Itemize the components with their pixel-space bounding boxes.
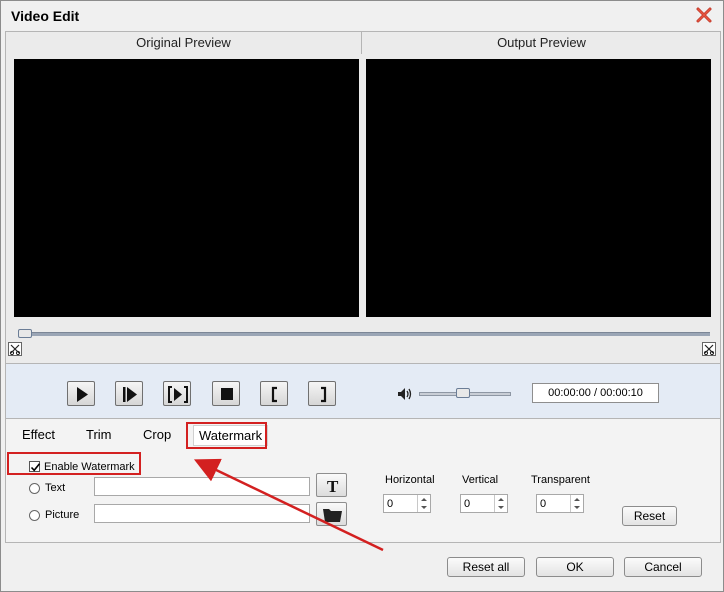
cancel-button[interactable]: Cancel — [624, 557, 702, 577]
right-bracket-icon — [321, 386, 327, 403]
output-preview-label: Output Preview — [497, 35, 586, 50]
tab-trim[interactable]: Trim — [86, 427, 112, 442]
title-bar: Video Edit — [1, 1, 723, 31]
text-font-icon: T — [327, 477, 339, 496]
transparent-value: 0 — [540, 498, 547, 510]
left-bracket-icon — [271, 386, 277, 403]
set-start-marker-button[interactable] — [260, 381, 288, 406]
vertical-value: 0 — [464, 498, 471, 510]
step-forward-icon — [123, 387, 137, 402]
edit-tabs-panel: Effect Trim Crop Watermark Enable Waterm… — [5, 418, 721, 543]
play-button[interactable] — [67, 381, 95, 406]
browse-picture-button[interactable] — [316, 502, 347, 526]
next-frame-button[interactable] — [115, 381, 143, 406]
text-radio[interactable] — [29, 483, 40, 494]
spinner-arrows-icon — [498, 498, 504, 509]
spinner-arrows-icon — [574, 498, 580, 509]
play-between-markers-icon — [168, 386, 188, 403]
close-icon[interactable] — [695, 6, 713, 24]
horizontal-spinner-arrows[interactable] — [417, 495, 430, 512]
play-selection-button[interactable] — [163, 381, 191, 406]
ok-button[interactable]: OK — [536, 557, 614, 577]
watermark-reset-button[interactable]: Reset — [622, 506, 677, 526]
seek-bar[interactable] — [18, 332, 710, 336]
stop-icon — [221, 388, 233, 400]
enable-watermark-checkbox[interactable] — [29, 461, 41, 472]
playback-controls: 00:00:00 / 00:00:10 — [5, 364, 721, 418]
text-option-label: Text — [45, 482, 66, 494]
enable-watermark-label: Enable Watermark — [44, 461, 135, 473]
tab-watermark[interactable]: Watermark — [193, 425, 269, 446]
trim-start-scissor-icon[interactable] — [8, 342, 22, 356]
video-edit-dialog: Video Edit Original Preview Output Previ… — [0, 0, 724, 592]
volume-thumb[interactable] — [456, 388, 470, 398]
volume-icon[interactable] — [396, 386, 414, 402]
checkmark-icon — [30, 463, 41, 472]
vertical-spinner-arrows[interactable] — [494, 495, 507, 512]
spinner-arrows-icon — [421, 498, 427, 509]
time-display: 00:00:00 / 00:00:10 — [532, 383, 659, 403]
stop-button[interactable] — [212, 381, 240, 406]
original-preview-label: Original Preview — [6, 32, 362, 54]
horizontal-value: 0 — [387, 498, 394, 510]
preview-panel: Original Preview Output Preview — [5, 31, 721, 364]
play-icon — [77, 387, 88, 402]
window-title: Video Edit — [11, 8, 80, 24]
watermark-picture-path-input[interactable] — [94, 504, 310, 523]
transparent-spinner-arrows[interactable] — [570, 495, 583, 512]
tab-effect[interactable]: Effect — [22, 427, 55, 442]
tab-crop[interactable]: Crop — [143, 427, 171, 442]
output-preview-screen — [366, 59, 711, 317]
folder-icon — [323, 509, 342, 522]
picture-radio[interactable] — [29, 510, 40, 521]
svg-text:T: T — [327, 477, 339, 496]
vertical-spinner[interactable]: 0 — [460, 494, 508, 513]
reset-all-button[interactable]: Reset all — [447, 557, 525, 577]
original-preview-screen — [14, 59, 359, 317]
watermark-text-input[interactable] — [94, 477, 310, 496]
font-button[interactable]: T — [316, 473, 347, 497]
trim-end-scissor-icon[interactable] — [702, 342, 716, 356]
horizontal-label: Horizontal — [385, 474, 435, 486]
picture-option-label: Picture — [45, 509, 80, 521]
transparent-spinner[interactable]: 0 — [536, 494, 584, 513]
seek-thumb[interactable] — [18, 329, 32, 338]
transparent-label: Transparent — [531, 474, 590, 486]
horizontal-spinner[interactable]: 0 — [383, 494, 431, 513]
vertical-label: Vertical — [462, 474, 499, 486]
set-end-marker-button[interactable] — [308, 381, 336, 406]
